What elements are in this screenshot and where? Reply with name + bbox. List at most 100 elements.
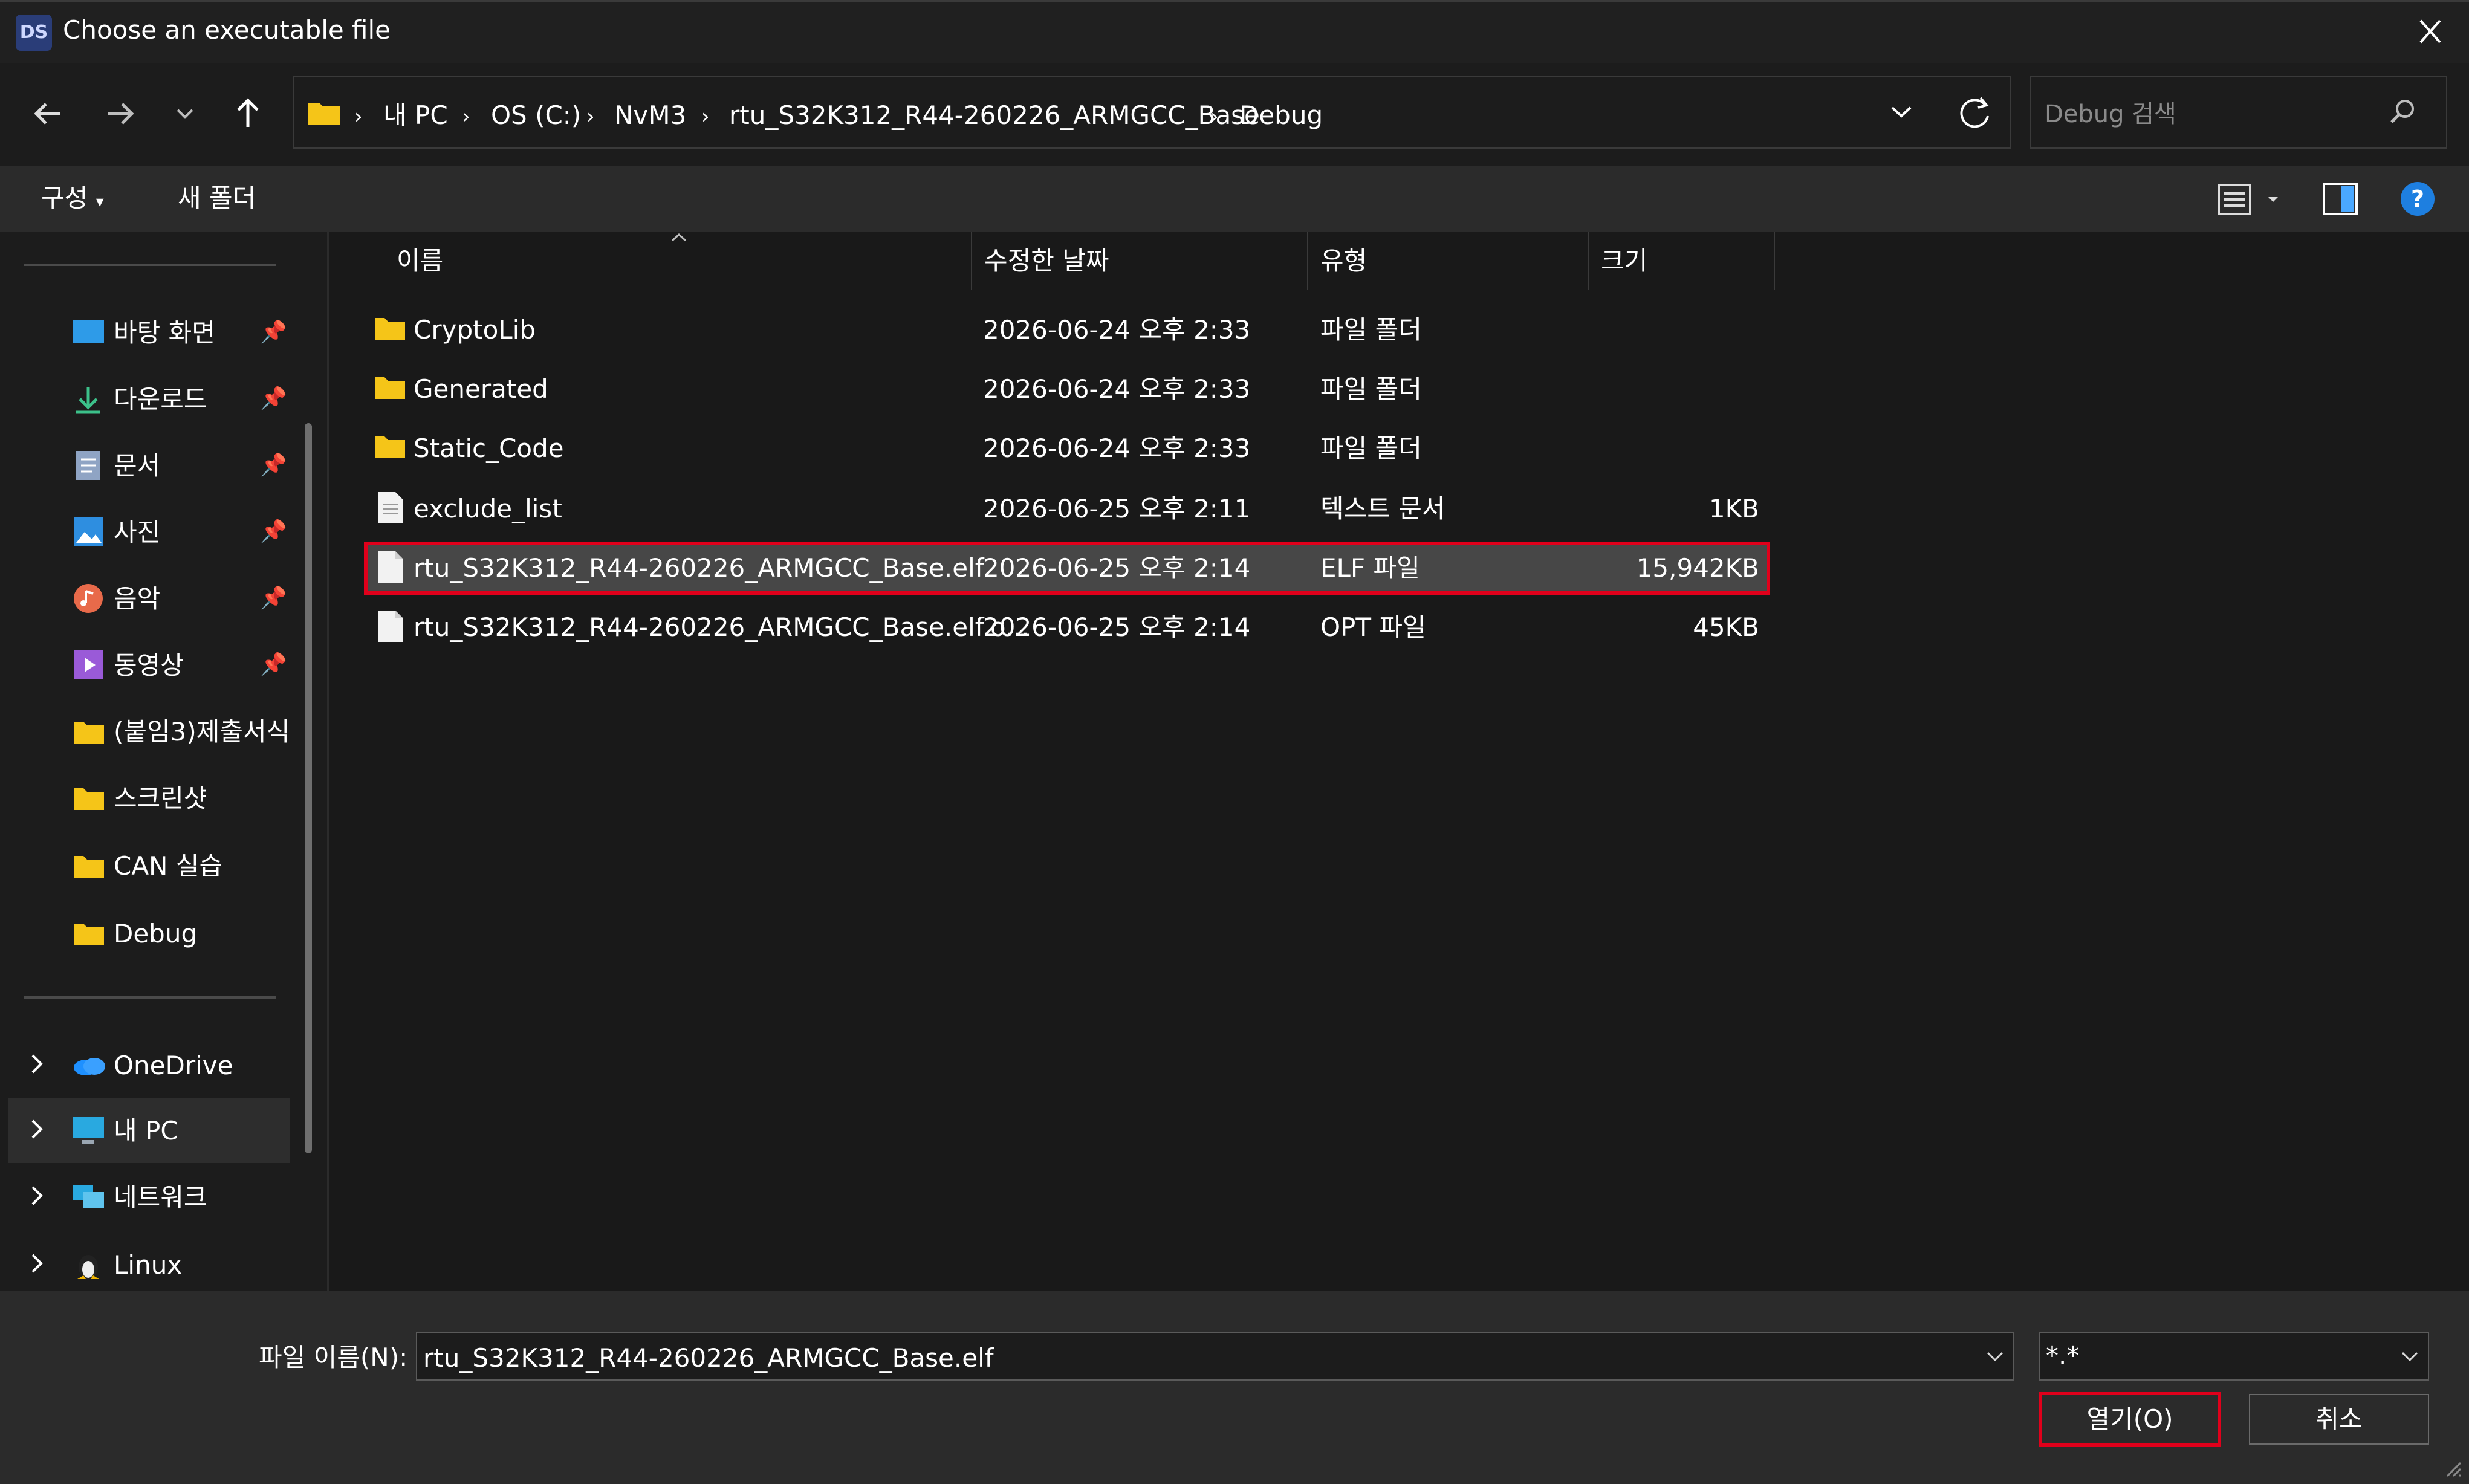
- column-header-modified[interactable]: 수정한 날짜: [984, 245, 1109, 277]
- chevron-right-icon[interactable]: [28, 1117, 46, 1141]
- preview-pane-button[interactable]: [2320, 180, 2363, 219]
- column-header-size[interactable]: 크기: [1601, 245, 1647, 277]
- breadcrumb-my-pc[interactable]: 내 PC: [383, 100, 448, 131]
- file-row[interactable]: exclude_list 2026-06-25 오후 2:11 텍스트 문서 1…: [363, 484, 1771, 536]
- file-type: 파일 폴더: [1320, 315, 1422, 345]
- sidebar-item-music[interactable]: 음악 📌: [0, 568, 290, 629]
- file-modified: 2026-06-24 오후 2:33: [983, 315, 1251, 345]
- chevron-right-icon[interactable]: [28, 1184, 46, 1208]
- arrow-left-icon: [34, 103, 60, 125]
- folder-icon: [73, 719, 105, 745]
- breadcrumb-debug[interactable]: Debug: [1239, 100, 1323, 131]
- sidebar-item-can-practice[interactable]: CAN 실습: [0, 835, 290, 896]
- folder-icon: [73, 854, 105, 879]
- network-icon: [71, 1181, 106, 1213]
- sidebar-item-network[interactable]: 네트워크: [0, 1167, 290, 1227]
- breadcrumb-separator: ›: [462, 105, 470, 129]
- column-separator[interactable]: [971, 232, 972, 290]
- file-type: 파일 폴더: [1320, 433, 1422, 463]
- help-icon: ?: [2401, 182, 2435, 216]
- breadcrumb-nvm3[interactable]: NvM3: [614, 100, 686, 131]
- file-name: Generated: [414, 374, 548, 404]
- sidebar-item-label: CAN 실습: [114, 851, 223, 881]
- text-file-icon: [377, 491, 404, 525]
- file-icon: [377, 609, 404, 643]
- list-view-icon: [2218, 184, 2278, 215]
- sidebar-item-my-pc[interactable]: 내 PC: [0, 1100, 290, 1161]
- arrow-up-icon: [237, 98, 259, 127]
- sidebar-item-label: 다운로드: [114, 384, 207, 414]
- file-type: OPT 파일: [1320, 612, 1426, 642]
- sidebar-item-debug[interactable]: Debug: [0, 903, 290, 964]
- view-options-button[interactable]: [2215, 178, 2288, 220]
- folder-icon: [374, 434, 406, 459]
- sidebar-item-documents[interactable]: 문서 📌: [0, 435, 290, 496]
- music-icon: [73, 583, 104, 614]
- chevron-right-icon[interactable]: [28, 1052, 46, 1076]
- sidebar-item-attachment3[interactable]: (붙임3)제출서식: [0, 701, 290, 762]
- sidebar-item-label: 스크린샷: [114, 783, 207, 813]
- column-header-type[interactable]: 유형: [1320, 245, 1367, 277]
- cancel-button[interactable]: 취소: [2249, 1394, 2429, 1445]
- column-separator[interactable]: [1307, 232, 1308, 290]
- breadcrumb-separator: ›: [586, 105, 595, 129]
- search-icon: [2388, 97, 2418, 127]
- recent-locations-button[interactable]: [161, 89, 209, 138]
- sidebar-item-onedrive[interactable]: OneDrive: [0, 1035, 290, 1095]
- sidebar-item-linux[interactable]: Linux: [0, 1234, 290, 1295]
- up-button[interactable]: [224, 89, 272, 138]
- close-icon: [2419, 19, 2441, 44]
- filename-dropdown-button[interactable]: [1981, 1343, 2010, 1370]
- pin-icon: 📌: [260, 586, 287, 611]
- breadcrumb-separator: ›: [1210, 105, 1219, 129]
- back-button[interactable]: [24, 89, 73, 138]
- chevron-right-icon[interactable]: [28, 1251, 46, 1275]
- column-header-name[interactable]: 이름: [397, 245, 443, 277]
- sidebar-item-downloads[interactable]: 다운로드 📌: [0, 369, 290, 429]
- folder-icon: [73, 921, 105, 947]
- close-button[interactable]: [2406, 8, 2454, 54]
- pin-icon: 📌: [260, 652, 287, 677]
- sidebar-item-label: Linux: [114, 1250, 183, 1280]
- sidebar-item-screenshots[interactable]: 스크린샷: [0, 768, 290, 828]
- sidebar-item-videos[interactable]: 동영상 📌: [0, 635, 290, 695]
- breadcrumb-os-c[interactable]: OS (C:): [491, 100, 581, 131]
- filename-value: rtu_S32K312_R44-260226_ARMGCC_Base.elf: [423, 1343, 994, 1373]
- resize-grip-icon[interactable]: [2442, 1458, 2464, 1480]
- forward-button[interactable]: [96, 89, 144, 138]
- folder-icon: [307, 99, 341, 126]
- pictures-icon: [73, 516, 104, 548]
- sidebar-item-desktop[interactable]: 바탕 화면 📌: [0, 302, 290, 363]
- breadcrumb-separator: ›: [701, 105, 710, 129]
- help-button[interactable]: ?: [2396, 178, 2439, 220]
- file-row[interactable]: CryptoLib 2026-06-24 오후 2:33 파일 폴더: [363, 305, 1771, 357]
- desktop-icon: [71, 318, 105, 347]
- file-row[interactable]: Generated 2026-06-24 오후 2:33 파일 폴더: [363, 364, 1771, 416]
- column-separator[interactable]: [1774, 232, 1775, 290]
- file-name: CryptoLib: [414, 315, 536, 345]
- breadcrumb-project[interactable]: rtu_S32K312_R44-260226_ARMGCC_Base: [729, 100, 1260, 131]
- column-separator[interactable]: [1588, 232, 1589, 290]
- file-type-filter-select[interactable]: [2039, 1332, 2429, 1381]
- sidebar-item-label: (붙임3)제출서식: [114, 717, 290, 747]
- refresh-icon: [1960, 97, 1989, 128]
- folder-icon: [374, 316, 406, 341]
- pin-icon: 📌: [260, 320, 287, 345]
- new-folder-button[interactable]: 새 폴더: [178, 183, 256, 214]
- file-type: 텍스트 문서: [1320, 494, 1445, 523]
- folder-icon: [73, 786, 105, 811]
- scrollbar-thumb[interactable]: [305, 423, 312, 1153]
- file-row[interactable]: Static_Code 2026-06-24 오후 2:33 파일 폴더: [363, 423, 1771, 475]
- filter-dropdown-button[interactable]: [2395, 1343, 2424, 1370]
- refresh-button[interactable]: [1952, 89, 1997, 135]
- address-history-button[interactable]: [1880, 91, 1922, 133]
- file-row[interactable]: rtu_S32K312_R44-260226_ARMGCC_Base.elf.o…: [363, 602, 1771, 654]
- caret-down-icon: ▾: [96, 193, 104, 211]
- window-title: Choose an executable file: [63, 15, 391, 45]
- command-bar: [0, 166, 2469, 232]
- sidebar-item-pictures[interactable]: 사진 📌: [0, 502, 290, 562]
- dialog-footer: [0, 1291, 2469, 1484]
- selection-highlight-outline: [364, 542, 1770, 595]
- arrow-right-icon: [108, 103, 134, 125]
- organize-button[interactable]: 구성 ▾: [41, 183, 104, 218]
